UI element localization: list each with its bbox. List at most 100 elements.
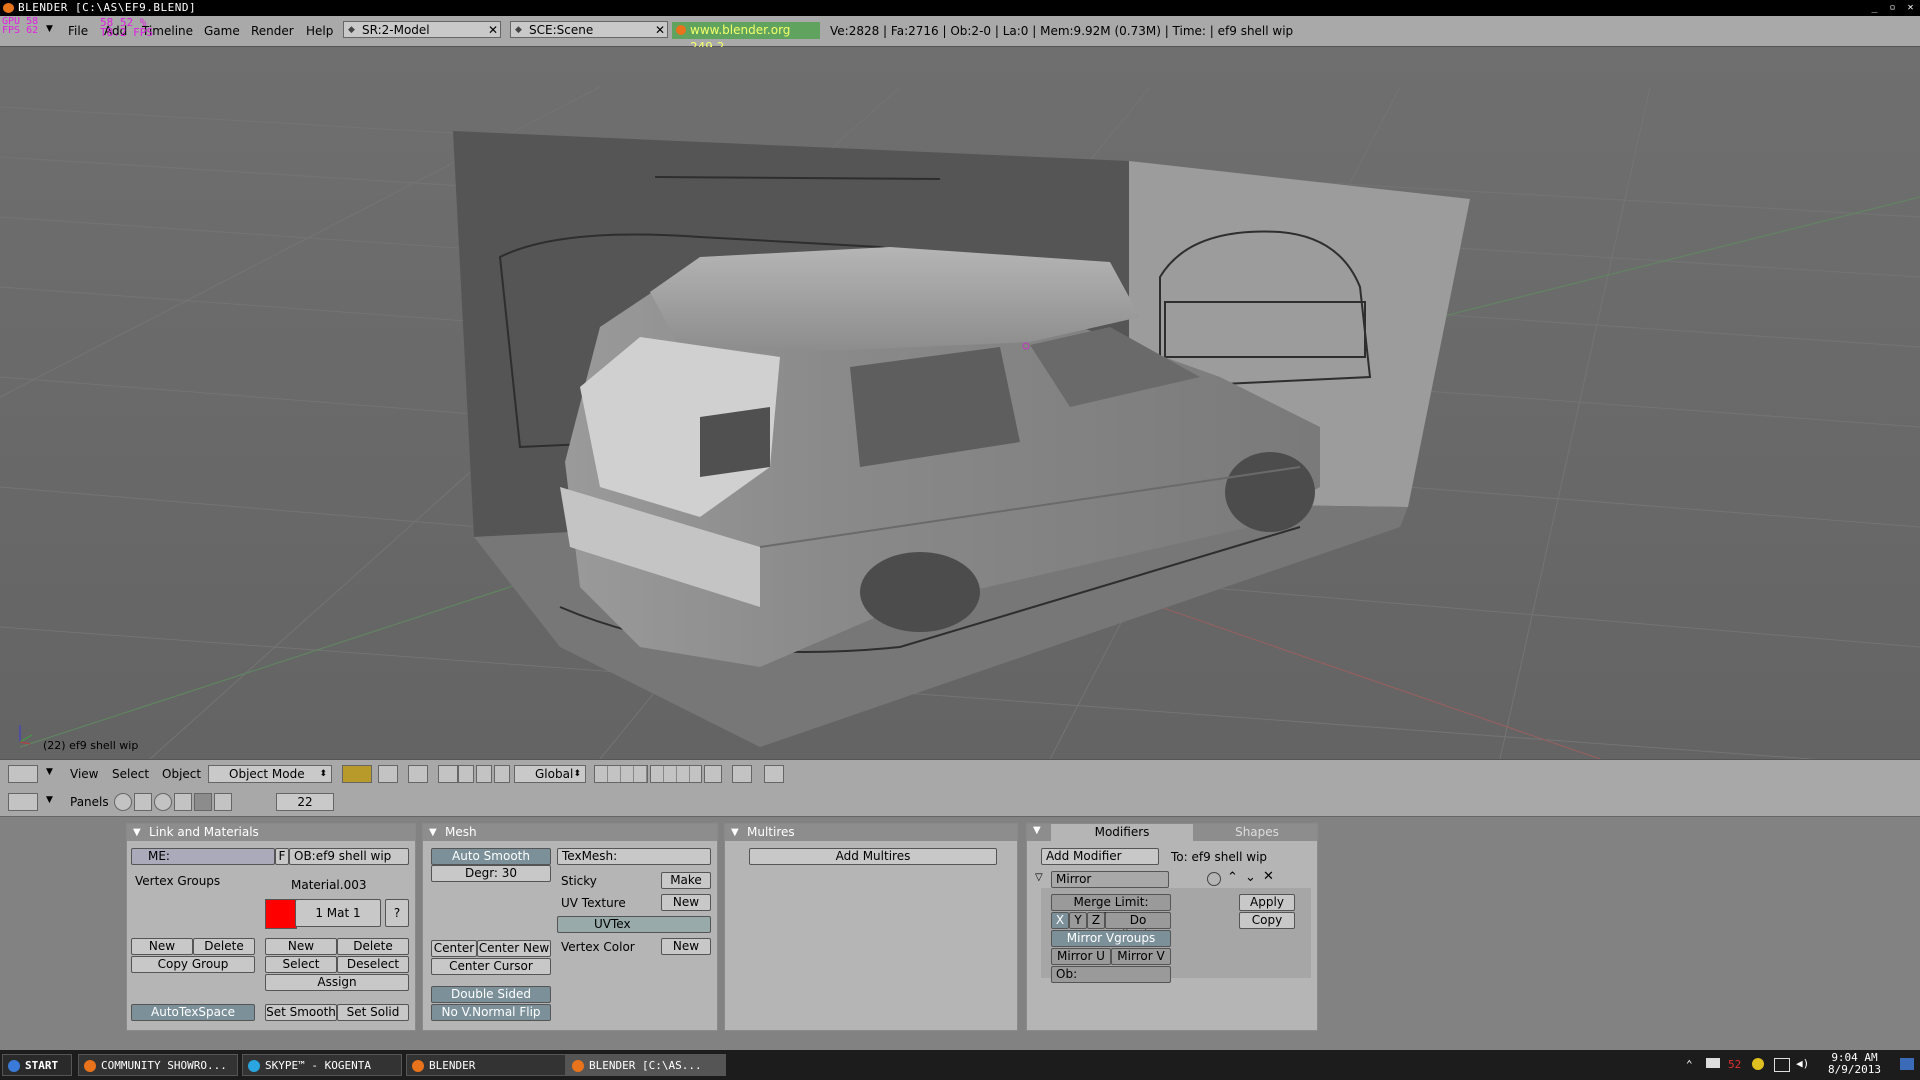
mirror-axis-x[interactable]: X [1051, 912, 1069, 929]
add-modifier-button[interactable]: Add Modifier [1041, 848, 1159, 865]
render-preview-icon[interactable] [764, 765, 784, 783]
collapse-triangle-icon[interactable]: ▼ [731, 824, 739, 841]
maximize-button[interactable]: ▫ [1886, 1, 1899, 14]
move-down-icon[interactable]: ⌄ [1245, 870, 1256, 885]
do-clipping-toggle[interactable]: Do Clipping [1105, 912, 1171, 942]
show-desktop-icon[interactable] [1900, 1058, 1914, 1070]
taskbar-item-blender[interactable]: BLENDER [406, 1054, 566, 1076]
menu-file[interactable]: File [68, 24, 88, 38]
autotexspace-toggle[interactable]: AutoTexSpace [131, 1004, 255, 1021]
copy-modifier-button[interactable]: Copy [1239, 912, 1295, 929]
mirror-v-toggle[interactable]: Mirror V [1111, 948, 1171, 965]
multires-title[interactable]: ▼ Multires [725, 824, 1017, 841]
menu-view[interactable]: View [70, 767, 98, 781]
material-select-button[interactable]: Select [265, 956, 337, 973]
logic-context-icon[interactable] [114, 793, 132, 811]
copy-group-button[interactable]: Copy Group [131, 956, 255, 973]
screen-selector[interactable]: ◆ SR:2-Model ✕ [343, 21, 501, 38]
draw-type-selector[interactable] [342, 765, 372, 783]
menu-render[interactable]: Render [251, 24, 294, 38]
scene-context-icon[interactable] [214, 793, 232, 811]
collapse-triangle-icon[interactable]: ▼ [1033, 825, 1041, 836]
editor-type-selector[interactable] [8, 765, 38, 783]
apply-modifier-button[interactable]: Apply [1239, 894, 1295, 911]
texmesh-field[interactable]: TexMesh: [557, 848, 711, 865]
set-smooth-button[interactable]: Set Smooth [265, 1004, 337, 1021]
set-solid-button[interactable]: Set Solid [337, 1004, 409, 1021]
window-type-dropdown-icon[interactable]: ▼ [46, 24, 53, 34]
modifier-name-field[interactable]: Mirror [1051, 871, 1169, 888]
header-collapse-icon[interactable]: ▼ [46, 767, 53, 777]
buttons-header-collapse-icon[interactable]: ▼ [46, 795, 53, 805]
pivot-icon[interactable] [378, 765, 398, 783]
panels-menu[interactable]: Panels [70, 795, 109, 809]
taskbar-item-firefox[interactable]: COMMUNITY SHOWRO... [78, 1054, 238, 1076]
menu-select[interactable]: Select [112, 767, 149, 781]
no-vnormal-flip-toggle[interactable]: No V.Normal Flip [431, 1004, 551, 1021]
start-button[interactable]: START [2, 1054, 72, 1076]
tray-network-icon[interactable] [1706, 1058, 1720, 1068]
lock-icon[interactable] [704, 765, 722, 783]
center-new-button[interactable]: Center New [477, 940, 551, 957]
double-sided-toggle[interactable]: Double Sided [431, 986, 551, 1003]
translate-manipulator-icon[interactable] [458, 765, 474, 783]
orientation-selector[interactable]: Global ⬍ [514, 765, 586, 783]
scale-manipulator-icon[interactable] [494, 765, 510, 783]
scene-browse-icon[interactable]: ◆ [515, 22, 522, 39]
material-new-button[interactable]: New [265, 938, 337, 955]
scene-selector[interactable]: ◆ SCE:Scene ✕ [510, 21, 668, 38]
material-deselect-button[interactable]: Deselect [337, 956, 409, 973]
frame-counter[interactable]: 22 [276, 793, 334, 811]
material-color-swatch[interactable] [265, 899, 297, 929]
scene-delete-icon[interactable]: ✕ [655, 22, 665, 39]
remove-modifier-icon[interactable]: ✕ [1263, 869, 1274, 884]
tab-shapes[interactable]: Shapes [1197, 824, 1317, 841]
taskbar-item-skype[interactable]: SKYPE™ - KOGENTA [242, 1054, 402, 1076]
add-multires-button[interactable]: Add Multires [749, 848, 997, 865]
screen-browse-icon[interactable]: ◆ [348, 22, 355, 39]
collapse-triangle-icon[interactable]: ▼ [133, 824, 141, 841]
menu-help[interactable]: Help [306, 24, 333, 38]
rotate-manipulator-icon[interactable] [476, 765, 492, 783]
vertex-color-new-button[interactable]: New [661, 938, 711, 955]
hand-manipulator-icon[interactable] [438, 765, 458, 783]
menu-object[interactable]: Object [162, 767, 201, 781]
uv-texture-new-button[interactable]: New [661, 894, 711, 911]
center-button[interactable]: Center [431, 940, 477, 957]
mesh-datablock-field[interactable]: ME: [131, 848, 275, 865]
tab-modifiers[interactable]: Modifiers [1051, 824, 1193, 841]
auto-smooth-toggle[interactable]: Auto Smooth [431, 848, 551, 865]
menu-game[interactable]: Game [204, 24, 240, 38]
center-cursor-button[interactable]: Center Cursor [431, 958, 551, 975]
mirror-axis-z[interactable]: Z [1087, 912, 1105, 929]
layers-row-2[interactable] [650, 765, 702, 783]
material-index-selector[interactable]: 1 Mat 1 [295, 899, 381, 927]
move-up-icon[interactable]: ⌃ [1227, 870, 1238, 885]
render-opengl-icon[interactable] [732, 765, 752, 783]
modifier-expand-icon[interactable]: ▽ [1035, 872, 1043, 883]
buttons-editor-type-selector[interactable] [8, 793, 38, 811]
object-name-field[interactable]: OB:ef9 shell wip [289, 848, 409, 865]
layers-row-1[interactable] [594, 765, 648, 783]
editing-context-icon[interactable] [194, 793, 212, 811]
script-context-icon[interactable] [134, 793, 152, 811]
tray-display-icon[interactable] [1774, 1058, 1790, 1072]
object-context-icon[interactable] [174, 793, 192, 811]
blender-url-link[interactable]: www.blender.org 249.2 [672, 22, 820, 54]
tray-clock[interactable]: 9:04 AM 8/9/2013 [1828, 1052, 1881, 1076]
sticky-make-button[interactable]: Make [661, 872, 711, 889]
3d-viewport[interactable]: (22) ef9 shell wip [0, 47, 1920, 759]
mode-selector[interactable]: Object Mode ⬍ [208, 765, 332, 783]
shading-context-icon[interactable] [154, 793, 172, 811]
mirror-u-toggle[interactable]: Mirror U [1051, 948, 1111, 965]
merge-limit-slider[interactable]: Merge Limit: 0.0010 [1051, 894, 1171, 924]
material-help-button[interactable]: ? [385, 899, 409, 927]
collapse-triangle-icon[interactable]: ▼ [429, 824, 437, 841]
snap-icon[interactable] [408, 765, 428, 783]
link-materials-title[interactable]: ▼ Link and Materials [127, 824, 415, 841]
close-window-button[interactable]: ✕ [1904, 1, 1917, 14]
mirror-object-field[interactable]: Ob: [1051, 966, 1171, 983]
uvtex-layer[interactable]: UVTex [557, 916, 711, 933]
minimize-button[interactable]: _ [1868, 1, 1881, 14]
screen-delete-icon[interactable]: ✕ [488, 22, 498, 39]
